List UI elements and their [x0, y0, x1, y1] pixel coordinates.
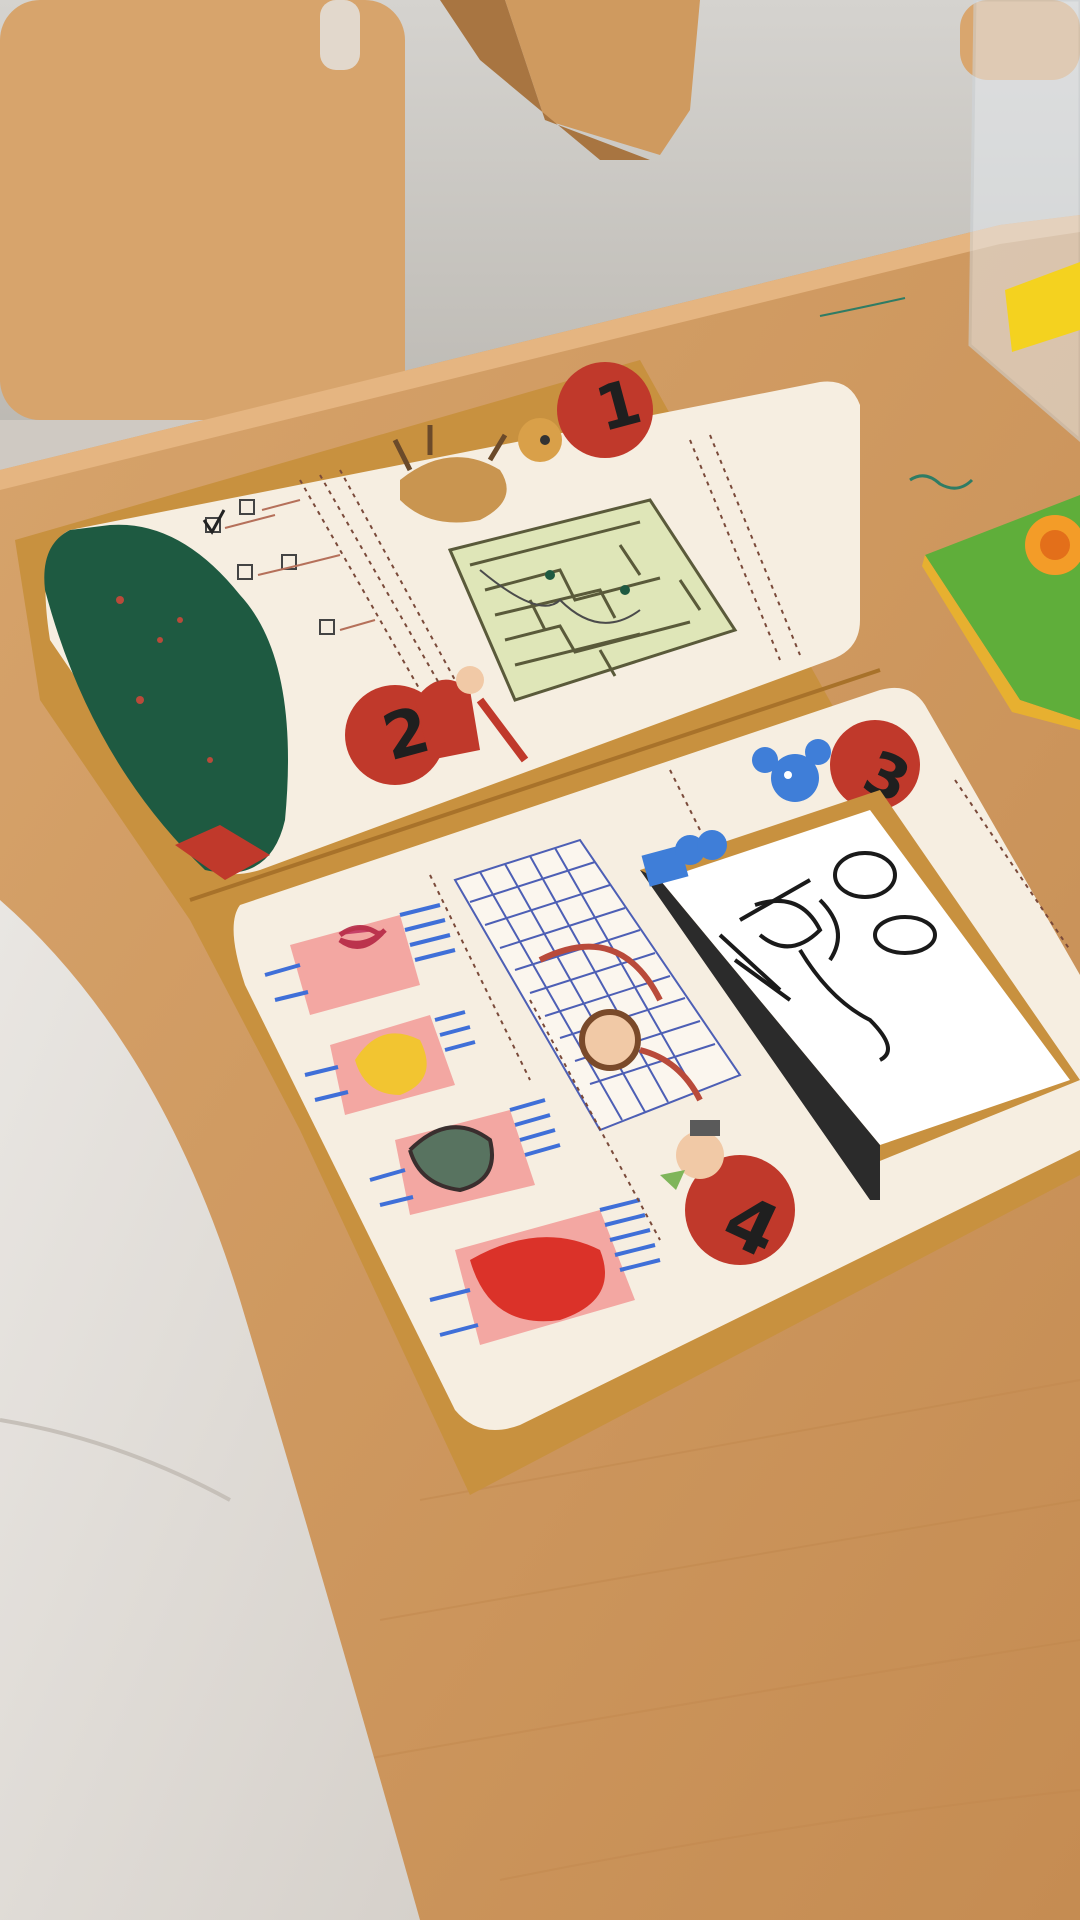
girl-face	[579, 1009, 641, 1071]
photo-scene: 1 2 3 4	[0, 0, 1080, 1920]
page-number-badge: 1	[557, 362, 653, 458]
background-chair-left	[0, 0, 405, 420]
